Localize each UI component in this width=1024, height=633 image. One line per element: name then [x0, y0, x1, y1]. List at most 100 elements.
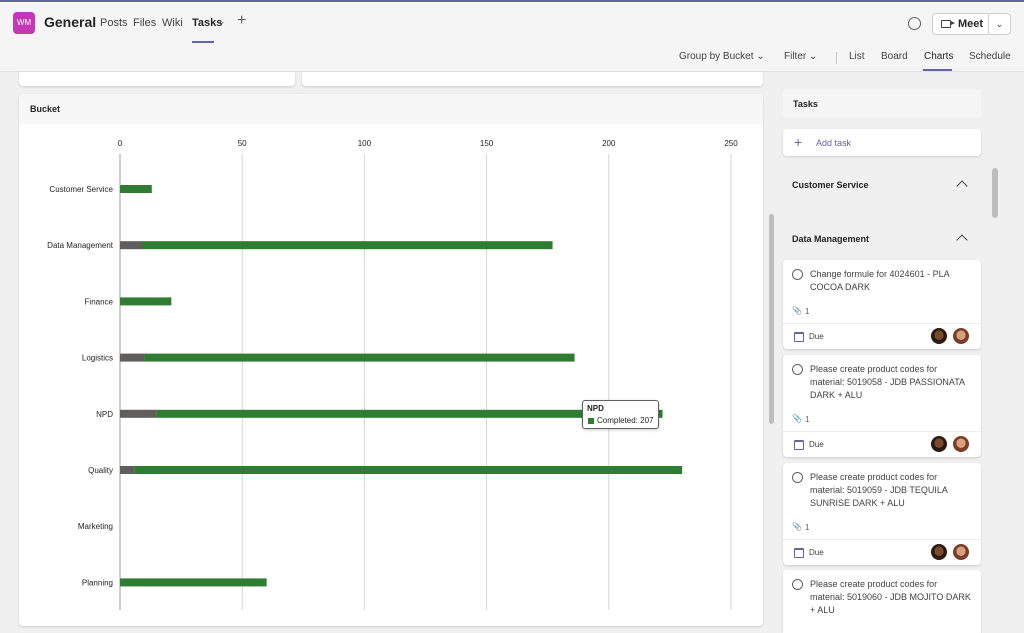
- tooltip-title: NPD: [587, 404, 604, 413]
- plus-icon: +: [794, 134, 803, 150]
- task-title[interactable]: Please create product codes for material…: [810, 471, 972, 510]
- avatar[interactable]: [931, 328, 947, 344]
- add-task-button[interactable]: + Add task: [783, 129, 981, 156]
- category-label: NPD: [96, 410, 113, 419]
- task-card[interactable]: Please create product codes for material…: [783, 355, 981, 457]
- bucket-header-customer-service[interactable]: Customer Service: [792, 180, 869, 190]
- x-tick-label: 200: [602, 139, 616, 148]
- chat-icon[interactable]: [908, 17, 921, 30]
- bar-segment[interactable]: [120, 241, 142, 250]
- avatar[interactable]: [953, 328, 969, 344]
- chart-header: Bucket: [19, 94, 763, 124]
- chevron-down-icon[interactable]: ⌄: [218, 16, 226, 27]
- video-camera-icon: [941, 20, 955, 28]
- chart-tooltip: NPD Completed: 207: [582, 400, 659, 429]
- task-card[interactable]: Change formule for 4024601 - PLA COCOA D…: [783, 260, 981, 349]
- attachment-icon: 📎: [792, 522, 802, 531]
- plus-icon[interactable]: +: [237, 12, 246, 30]
- group-by-button[interactable]: Group by Bucket ⌄: [679, 51, 765, 62]
- avatar[interactable]: [931, 436, 947, 452]
- priority-card: [302, 72, 763, 86]
- meet-button[interactable]: Meet: [932, 13, 989, 35]
- tasks-panel-header: Tasks: [783, 89, 981, 118]
- task-title[interactable]: Change formule for 4024601 - PLA COCOA D…: [810, 268, 972, 294]
- bar-segment[interactable]: [120, 297, 172, 306]
- active-view-indicator: [923, 69, 952, 71]
- attachment-count: 1: [805, 523, 810, 532]
- tasks-title: Tasks: [793, 99, 818, 109]
- tab-wiki[interactable]: Wiki: [162, 17, 183, 29]
- category-label: Planning: [82, 578, 113, 587]
- bar-segment[interactable]: [134, 466, 683, 474]
- planner-toolbar: Group by Bucket ⌄ Filter ⌄ List Board Ch…: [0, 43, 1024, 72]
- app-header: WM General Posts Files Wiki Tasks ⌄ + Me…: [0, 0, 1024, 43]
- due-label[interactable]: Due: [809, 548, 824, 557]
- task-title[interactable]: Please create product codes for material…: [810, 363, 972, 402]
- view-board[interactable]: Board: [881, 51, 908, 62]
- bucket-chart-card: Bucket 0 50 100 150 200 250 Customer Service Da…: [19, 94, 763, 626]
- attachment-icon: 📎: [792, 414, 802, 423]
- attachment-icon: 📎: [792, 306, 802, 315]
- chart-scrollbar[interactable]: [769, 214, 774, 424]
- due-label[interactable]: Due: [809, 440, 824, 449]
- chevron-up-icon[interactable]: [956, 180, 968, 192]
- x-tick-label: 50: [238, 139, 247, 148]
- calendar-icon: [794, 440, 804, 450]
- x-tick-label: 250: [724, 139, 738, 148]
- complete-checkbox[interactable]: [792, 269, 803, 280]
- task-card[interactable]: Please create product codes for material…: [783, 570, 981, 633]
- avatar[interactable]: [953, 544, 969, 560]
- tab-files[interactable]: Files: [133, 17, 156, 29]
- task-card[interactable]: Please create product codes for material…: [783, 463, 981, 565]
- bar-segment[interactable]: [144, 353, 575, 362]
- add-task-label: Add task: [816, 138, 852, 148]
- attachment-count: 1: [805, 415, 810, 424]
- bucket-header-data-management[interactable]: Data Management: [792, 234, 869, 244]
- meet-dropdown-button[interactable]: ⌄: [988, 13, 1011, 35]
- channel-title: General: [44, 14, 97, 30]
- chevron-down-icon: ⌄: [995, 19, 1004, 29]
- complete-checkbox[interactable]: [792, 364, 803, 375]
- task-title[interactable]: Please create product codes for material…: [810, 578, 972, 617]
- filter-button[interactable]: Filter ⌄: [784, 51, 817, 62]
- bucket-bar-chart[interactable]: 0 50 100 150 200 250 Customer Service Data Mana…: [19, 124, 763, 626]
- avatar[interactable]: [931, 544, 947, 560]
- view-schedule[interactable]: Schedule: [969, 51, 1011, 62]
- due-label[interactable]: Due: [809, 332, 824, 341]
- category-label: Logistics: [82, 354, 113, 363]
- x-tick-label: 100: [358, 139, 372, 148]
- bar-segment[interactable]: [120, 409, 157, 418]
- task-footer: Due: [783, 431, 981, 457]
- chevron-up-icon[interactable]: [956, 234, 968, 246]
- attachment-count: 1: [805, 307, 810, 316]
- x-tick-label: 150: [480, 139, 494, 148]
- bar-segment[interactable]: [120, 353, 145, 362]
- complete-checkbox[interactable]: [792, 472, 803, 483]
- bar-segment[interactable]: [120, 578, 267, 587]
- meet-label: Meet: [958, 18, 984, 30]
- category-label: Finance: [85, 297, 114, 306]
- team-avatar[interactable]: WM: [13, 12, 35, 34]
- toolbar-divider: [836, 52, 837, 64]
- chart-title: Bucket: [30, 104, 61, 114]
- category-label: Data Management: [47, 241, 114, 250]
- complete-checkbox[interactable]: [792, 579, 803, 590]
- bar-segment[interactable]: [120, 185, 152, 193]
- chevron-down-icon: ⌄: [756, 51, 765, 62]
- view-list[interactable]: List: [849, 51, 865, 62]
- tasks-scrollbar[interactable]: [992, 168, 998, 218]
- calendar-icon: [794, 332, 804, 342]
- calendar-icon: [794, 548, 804, 558]
- tooltip-text: Completed: 207: [597, 416, 654, 425]
- x-tick-label: 0: [118, 139, 123, 148]
- view-charts[interactable]: Charts: [924, 51, 953, 62]
- category-label: Customer Service: [49, 185, 113, 194]
- bar-segment[interactable]: [120, 466, 135, 474]
- group-by-label: Group by Bucket: [679, 51, 754, 62]
- category-label: Quality: [88, 466, 113, 475]
- tab-posts[interactable]: Posts: [100, 17, 128, 29]
- bar-segment[interactable]: [141, 241, 553, 250]
- task-footer: Due: [783, 539, 981, 565]
- filter-label: Filter: [784, 51, 807, 62]
- avatar[interactable]: [953, 436, 969, 452]
